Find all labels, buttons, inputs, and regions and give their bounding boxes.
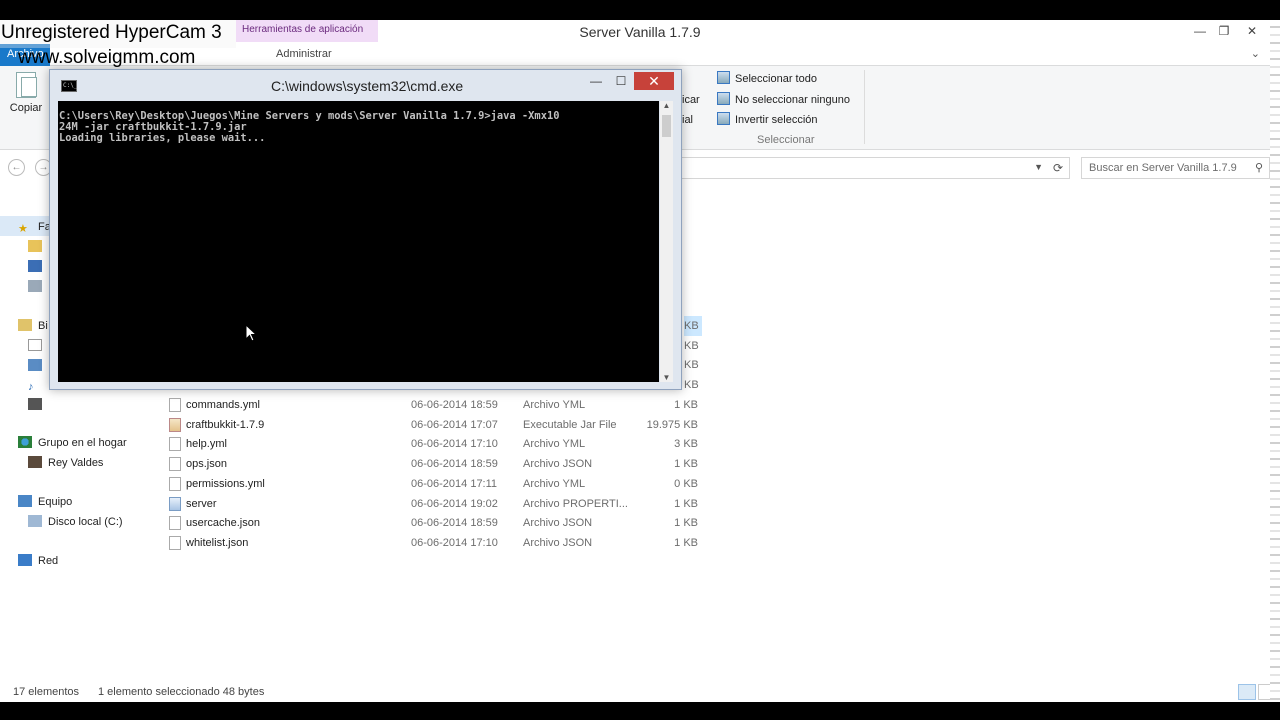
file-date: 06-06-2014 17:10 — [411, 537, 498, 549]
file-name: help.yml — [186, 438, 227, 450]
cmd-icon: C:\_ — [61, 80, 77, 92]
item-count: 17 elementos — [13, 686, 80, 698]
file-type: Archivo YML — [523, 478, 586, 490]
watermark-title: Unregistered HyperCam 3 — [1, 22, 222, 43]
file-date: 06-06-2014 17:07 — [411, 419, 498, 431]
file-row[interactable]: server 06-06-2014 19:02 Archivo PROPERTI..… — [165, 494, 705, 514]
file-name: permissions.yml — [186, 478, 265, 490]
file-type: Archivo JSON — [523, 517, 593, 529]
file-icon — [169, 516, 181, 530]
file-size: 1 KB — [674, 458, 698, 470]
file-size: 0 KB — [674, 478, 698, 490]
file-row[interactable]: usercache.json 06-06-2014 18:59 Archivo JS… — [165, 513, 705, 533]
file-type: Archivo YML — [523, 438, 586, 450]
file-date: 06-06-2014 17:11 — [411, 478, 498, 490]
file-name: commands.yml — [186, 399, 260, 411]
file-date: 06-06-2014 18:59 — [411, 517, 498, 529]
cmd-close-button[interactable]: ✕ — [634, 72, 674, 90]
file-name: usercache.json — [186, 517, 260, 529]
file-size: 1 KB — [674, 498, 698, 510]
file-name: server — [186, 498, 217, 510]
file-type: Executable Jar File — [523, 419, 617, 431]
console-output-area[interactable]: C:\Users\Rey\Desktop\Juegos\Mine Servers… — [58, 101, 659, 382]
file-size: 1 KB — [674, 537, 698, 549]
cmd-titlebar[interactable]: C:\_ C:\windows\system32\cmd.exe — ☐ ✕ — [50, 70, 681, 100]
file-date: 06-06-2014 19:02 — [411, 498, 498, 510]
details-view-icon[interactable] — [1238, 684, 1256, 700]
file-size: 19.975 KB — [646, 419, 698, 431]
selection-info: 1 elemento seleccionado 48 bytes — [98, 686, 265, 698]
mouse-cursor-icon — [245, 324, 257, 342]
watermark-url: www.solveigmm.com — [18, 47, 196, 68]
file-icon — [169, 398, 181, 412]
cmd-maximize-button[interactable]: ☐ — [608, 72, 634, 90]
file-name: craftbukkit-1.7.9 — [186, 419, 265, 431]
file-date: 06-06-2014 18:59 — [411, 399, 498, 411]
scroll-up-icon[interactable]: ▲ — [660, 101, 673, 110]
console-output: C:\Users\Rey\Desktop\Juegos\Mine Servers… — [59, 110, 560, 144]
file-name: whitelist.json — [186, 537, 249, 549]
scroll-down-icon[interactable]: ▼ — [660, 373, 673, 382]
cmd-minimize-button[interactable]: — — [583, 72, 609, 90]
size-fragment: KB — [684, 340, 699, 352]
cmd-scrollbar[interactable]: ▲ ▼ — [660, 101, 673, 382]
file-icon — [169, 457, 181, 471]
status-bar: 17 elementos 1 elemento seleccionado 48 … — [0, 684, 1280, 702]
cmd-title: C:\windows\system32\cmd.exe — [271, 78, 464, 94]
file-row[interactable]: commands.yml 06-06-2014 18:59 Archivo YML 1… — [165, 395, 705, 415]
cmd-window: C:\_ C:\windows\system32\cmd.exe — ☐ ✕ C… — [49, 69, 682, 390]
size-fragment: KB — [684, 359, 699, 371]
size-fragment: KB — [684, 379, 699, 391]
screen-artifact-strip — [1270, 20, 1280, 702]
file-date: 06-06-2014 18:59 — [411, 458, 498, 470]
file-row[interactable]: help.yml 06-06-2014 17:10 Archivo YML 3 KB — [165, 434, 705, 454]
file-size: 1 KB — [674, 517, 698, 529]
file-row[interactable]: whitelist.json 06-06-2014 17:10 Archivo JS… — [165, 533, 705, 553]
jar-file-icon — [169, 418, 181, 432]
file-date: 06-06-2014 17:10 — [411, 438, 498, 450]
file-row[interactable]: craftbukkit-1.7.9 06-06-2014 17:07 Executa… — [165, 415, 705, 435]
scroll-thumb[interactable] — [662, 115, 671, 137]
file-type: Archivo YML — [523, 399, 586, 411]
file-type: Archivo JSON — [523, 458, 593, 470]
file-icon — [169, 437, 181, 451]
file-type: Archivo JSON — [523, 537, 593, 549]
file-name: ops.json — [186, 458, 227, 470]
file-icon — [169, 536, 181, 550]
file-row[interactable]: ops.json 06-06-2014 18:59 Archivo JSON 1 KB — [165, 454, 705, 474]
properties-file-icon — [169, 497, 181, 511]
file-size: 3 KB — [674, 438, 698, 450]
file-row[interactable]: permissions.yml 06-06-2014 17:11 Archivo Y… — [165, 474, 705, 494]
size-fragment: KB — [684, 316, 702, 336]
file-icon — [169, 477, 181, 491]
file-size: 1 KB — [674, 399, 698, 411]
